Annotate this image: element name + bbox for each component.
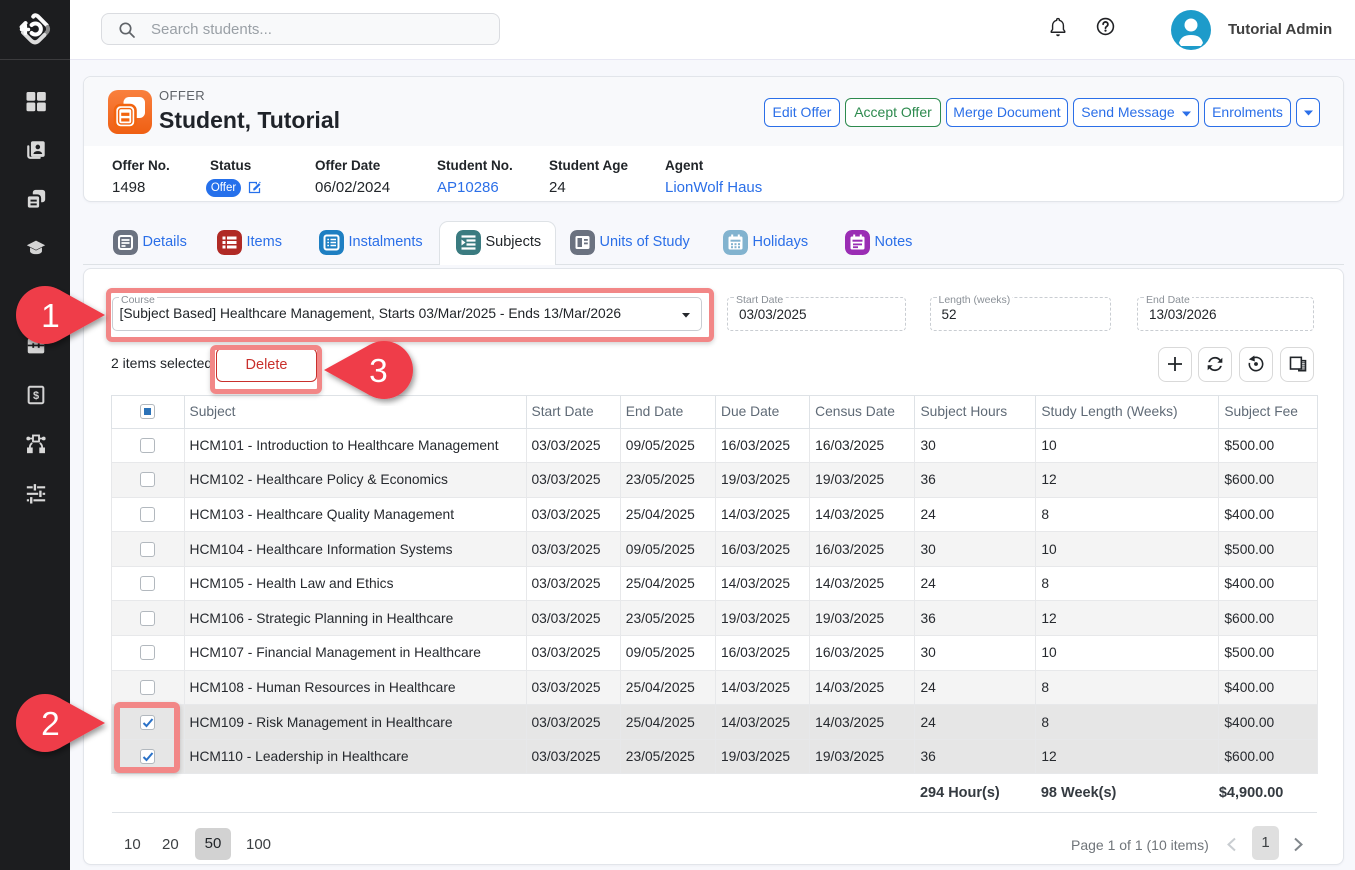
svg-text:3: 3 [369,353,388,390]
svg-text:2: 2 [41,706,60,743]
svg-text:1: 1 [41,298,60,335]
svg-text:$: $ [33,390,39,402]
